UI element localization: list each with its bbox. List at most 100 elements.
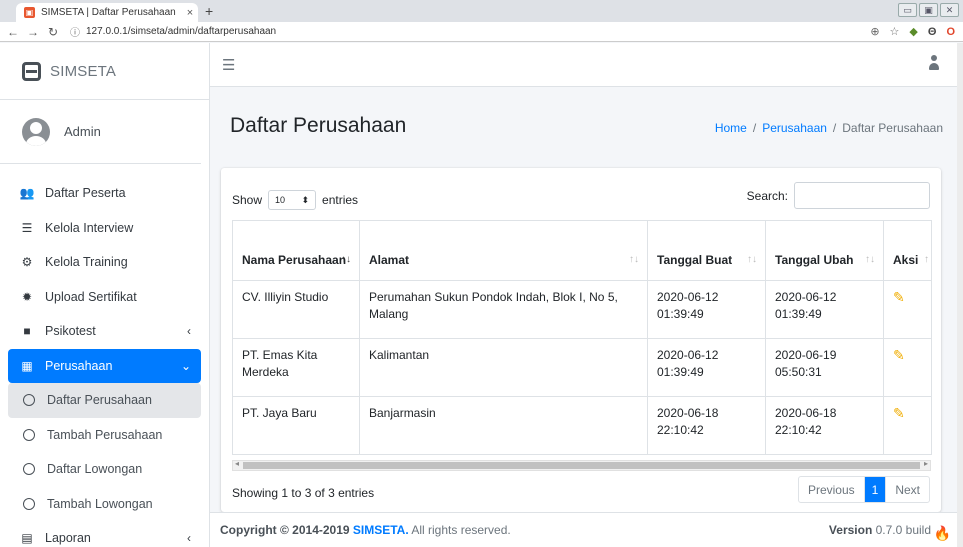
sidebar-item-daftar-lowongan[interactable]: Daftar Lowongan [8,452,201,487]
cell-aksi: ✎ [883,338,932,397]
column-header-tanggal-buat[interactable]: Tanggal Buat ↑↓ [647,220,766,281]
copyright-prefix: Copyright © 2014-2019 [220,523,353,537]
company-table-card: Show 10 ⬍ entries Search: Nama Perusahaa… [221,168,941,512]
scrollbar-thumb[interactable] [243,462,920,469]
maximize-icon[interactable]: ▣ [919,3,938,17]
footer: Copyright © 2014-2019 SIMSETA. All right… [210,512,957,547]
entries-select[interactable]: 10 ⬍ [268,190,317,210]
cell-alamat: Perumahan Sukun Pondok Indah, Blok I, No… [359,280,648,339]
circle-icon [23,497,35,510]
sidebar-item-label: Psikotest [45,324,96,339]
table-row: PT. Jaya Baru Banjarmasin 2020-06-18 22:… [232,396,932,455]
sidebar-item-daftar-peserta[interactable]: 👥 Daftar Peserta [8,176,201,211]
tab-title: SIMSETA | Daftar Perusahaan [41,7,176,18]
brand-name: SIMSETA [50,62,117,80]
user-menu-icon[interactable] [929,55,939,73]
search-input[interactable] [794,182,930,209]
sidebar-item-daftar-perusahaan[interactable]: Daftar Perusahaan [8,383,201,418]
cell-tanggal-ubah: 2020-06-12 01:39:49 [765,280,884,339]
url-field[interactable]: ⓘ 127.0.0.1/simseta/admin/daftarperusaha… [70,24,870,39]
browser-tab-bar: ▣ SIMSETA | Daftar Perusahaan × + ▭ ▣ ✕ [0,0,963,22]
cell-tanggal-buat: 2020-06-12 01:39:49 [647,280,766,339]
sidebar-menu: 👥 Daftar Peserta ☰ Kelola Interview ⚙ Ke… [0,164,209,547]
company-table: Nama Perusahaan ↑↓ Alamat ↑↓ Tanggal Buat ↑… [232,220,932,455]
scroll-left-icon[interactable]: ◂ [235,459,239,468]
column-header-aksi[interactable]: Aksi ↑ [883,220,932,281]
sidebar-item-perusahaan[interactable]: ▦ Perusahaan ⌄ [8,348,201,383]
previous-page-button[interactable]: Previous [799,477,864,502]
cell-nama: PT. Emas Kita Merdeka [232,338,360,397]
sidebar-item-tambah-lowongan[interactable]: Tambah Lowongan [8,487,201,522]
footer-brand-link[interactable]: SIMSETA. [353,523,409,537]
page-1-button[interactable]: 1 [863,477,886,502]
info-icon[interactable]: ⓘ [70,24,80,39]
edit-icon[interactable]: ✎ [893,289,905,305]
sidebar-item-tambah-perusahaan[interactable]: Tambah Perusahaan [8,418,201,453]
copyright-suffix: All rights reserved. [408,523,511,537]
brand-logo-icon [22,61,41,81]
building-icon: ▦ [21,358,33,373]
cell-nama: PT. Jaya Baru [232,396,360,455]
user-name: Admin [64,124,101,139]
sidebar-item-laporan[interactable]: ▤ Laporan ‹ [8,521,201,547]
window-controls: ▭ ▣ ✕ [898,3,959,17]
avatar [22,117,50,146]
minimize-icon[interactable]: ▭ [898,3,917,17]
scroll-right-icon[interactable]: ▸ [924,459,928,468]
breadcrumb-home-link[interactable]: Home [715,121,747,135]
select-arrows-icon: ⬍ [301,194,310,205]
forward-icon[interactable]: → [26,25,40,39]
brand-link[interactable]: SIMSETA [0,43,209,100]
column-header-alamat[interactable]: Alamat ↑↓ [359,220,648,281]
certificate-icon: ✹ [21,289,33,304]
sort-icon: ↑↓ [747,254,757,265]
next-page-button[interactable]: Next [885,477,929,502]
file-icon: ▤ [21,531,33,546]
close-tab-icon[interactable]: × [182,7,198,19]
breadcrumb-perusahaan-link[interactable]: Perusahaan [762,121,827,135]
zoom-icon[interactable]: ⊕ [870,25,879,38]
new-tab-button[interactable]: + [205,3,213,19]
cell-alamat: Kalimantan [359,338,648,397]
sidebar-item-label: Daftar Perusahaan [47,393,152,408]
extension-icon[interactable]: ◆ [909,25,917,38]
reload-icon[interactable]: ↻ [46,25,60,39]
sidebar-item-psikotest[interactable]: ■ Psikotest ‹ [8,314,201,349]
bookmark-star-icon[interactable]: ☆ [890,25,900,38]
version-label: Version [828,523,873,537]
account-icon[interactable]: Θ [928,26,937,38]
table-header-row: Nama Perusahaan ↑↓ Alamat ↑↓ Tanggal Buat ↑… [232,220,932,281]
column-header-nama-perusahaan[interactable]: Nama Perusahaan ↑↓ [232,220,360,281]
sidebar-item-label: Kelola Training [45,255,128,270]
close-window-icon[interactable]: ✕ [940,3,959,17]
edit-icon[interactable]: ✎ [893,405,905,421]
hamburger-menu-icon[interactable]: ☰ [222,56,235,74]
sort-icon: ↑↓ [865,254,875,265]
sidebar-item-label: Daftar Peserta [45,186,126,201]
chevron-left-icon: ‹ [187,324,191,339]
column-header-tanggal-ubah[interactable]: Tanggal Ubah ↑↓ [765,220,884,281]
sidebar-item-kelola-interview[interactable]: ☰ Kelola Interview [8,211,201,246]
cell-tanggal-buat: 2020-06-18 22:10:42 [647,396,766,455]
cell-tanggal-ubah: 2020-06-18 22:10:42 [765,396,884,455]
sidebar-item-kelola-training[interactable]: ⚙ Kelola Training [8,245,201,280]
entries-length-control: Show 10 ⬍ entries [232,190,358,210]
sort-icon: ↑ [924,254,929,265]
user-panel[interactable]: Admin [0,100,201,164]
edit-icon[interactable]: ✎ [893,347,905,363]
table-horizontal-scrollbar[interactable]: ◂ ▸ [232,459,931,471]
users-icon: 👥 [19,186,35,201]
entries-select-value: 10 [275,195,286,205]
content-header: Daftar Perusahaan Home / Perusahaan / Da… [210,88,963,168]
sort-asc-icon: ↑↓ [341,254,351,265]
book-icon: ■ [23,324,31,339]
opera-icon[interactable]: O [946,26,955,38]
browser-tab[interactable]: ▣ SIMSETA | Daftar Perusahaan × [16,3,198,22]
sidebar-item-upload-sertifikat[interactable]: ✹ Upload Sertifikat [8,280,201,315]
sidebar-item-label: Daftar Lowongan [47,462,143,477]
breadcrumb-current: Daftar Perusahaan [842,121,943,135]
entries-label: entries [322,193,359,207]
back-icon[interactable]: ← [6,25,20,39]
chevron-down-icon: ⌄ [180,358,191,373]
circle-icon [23,463,35,476]
